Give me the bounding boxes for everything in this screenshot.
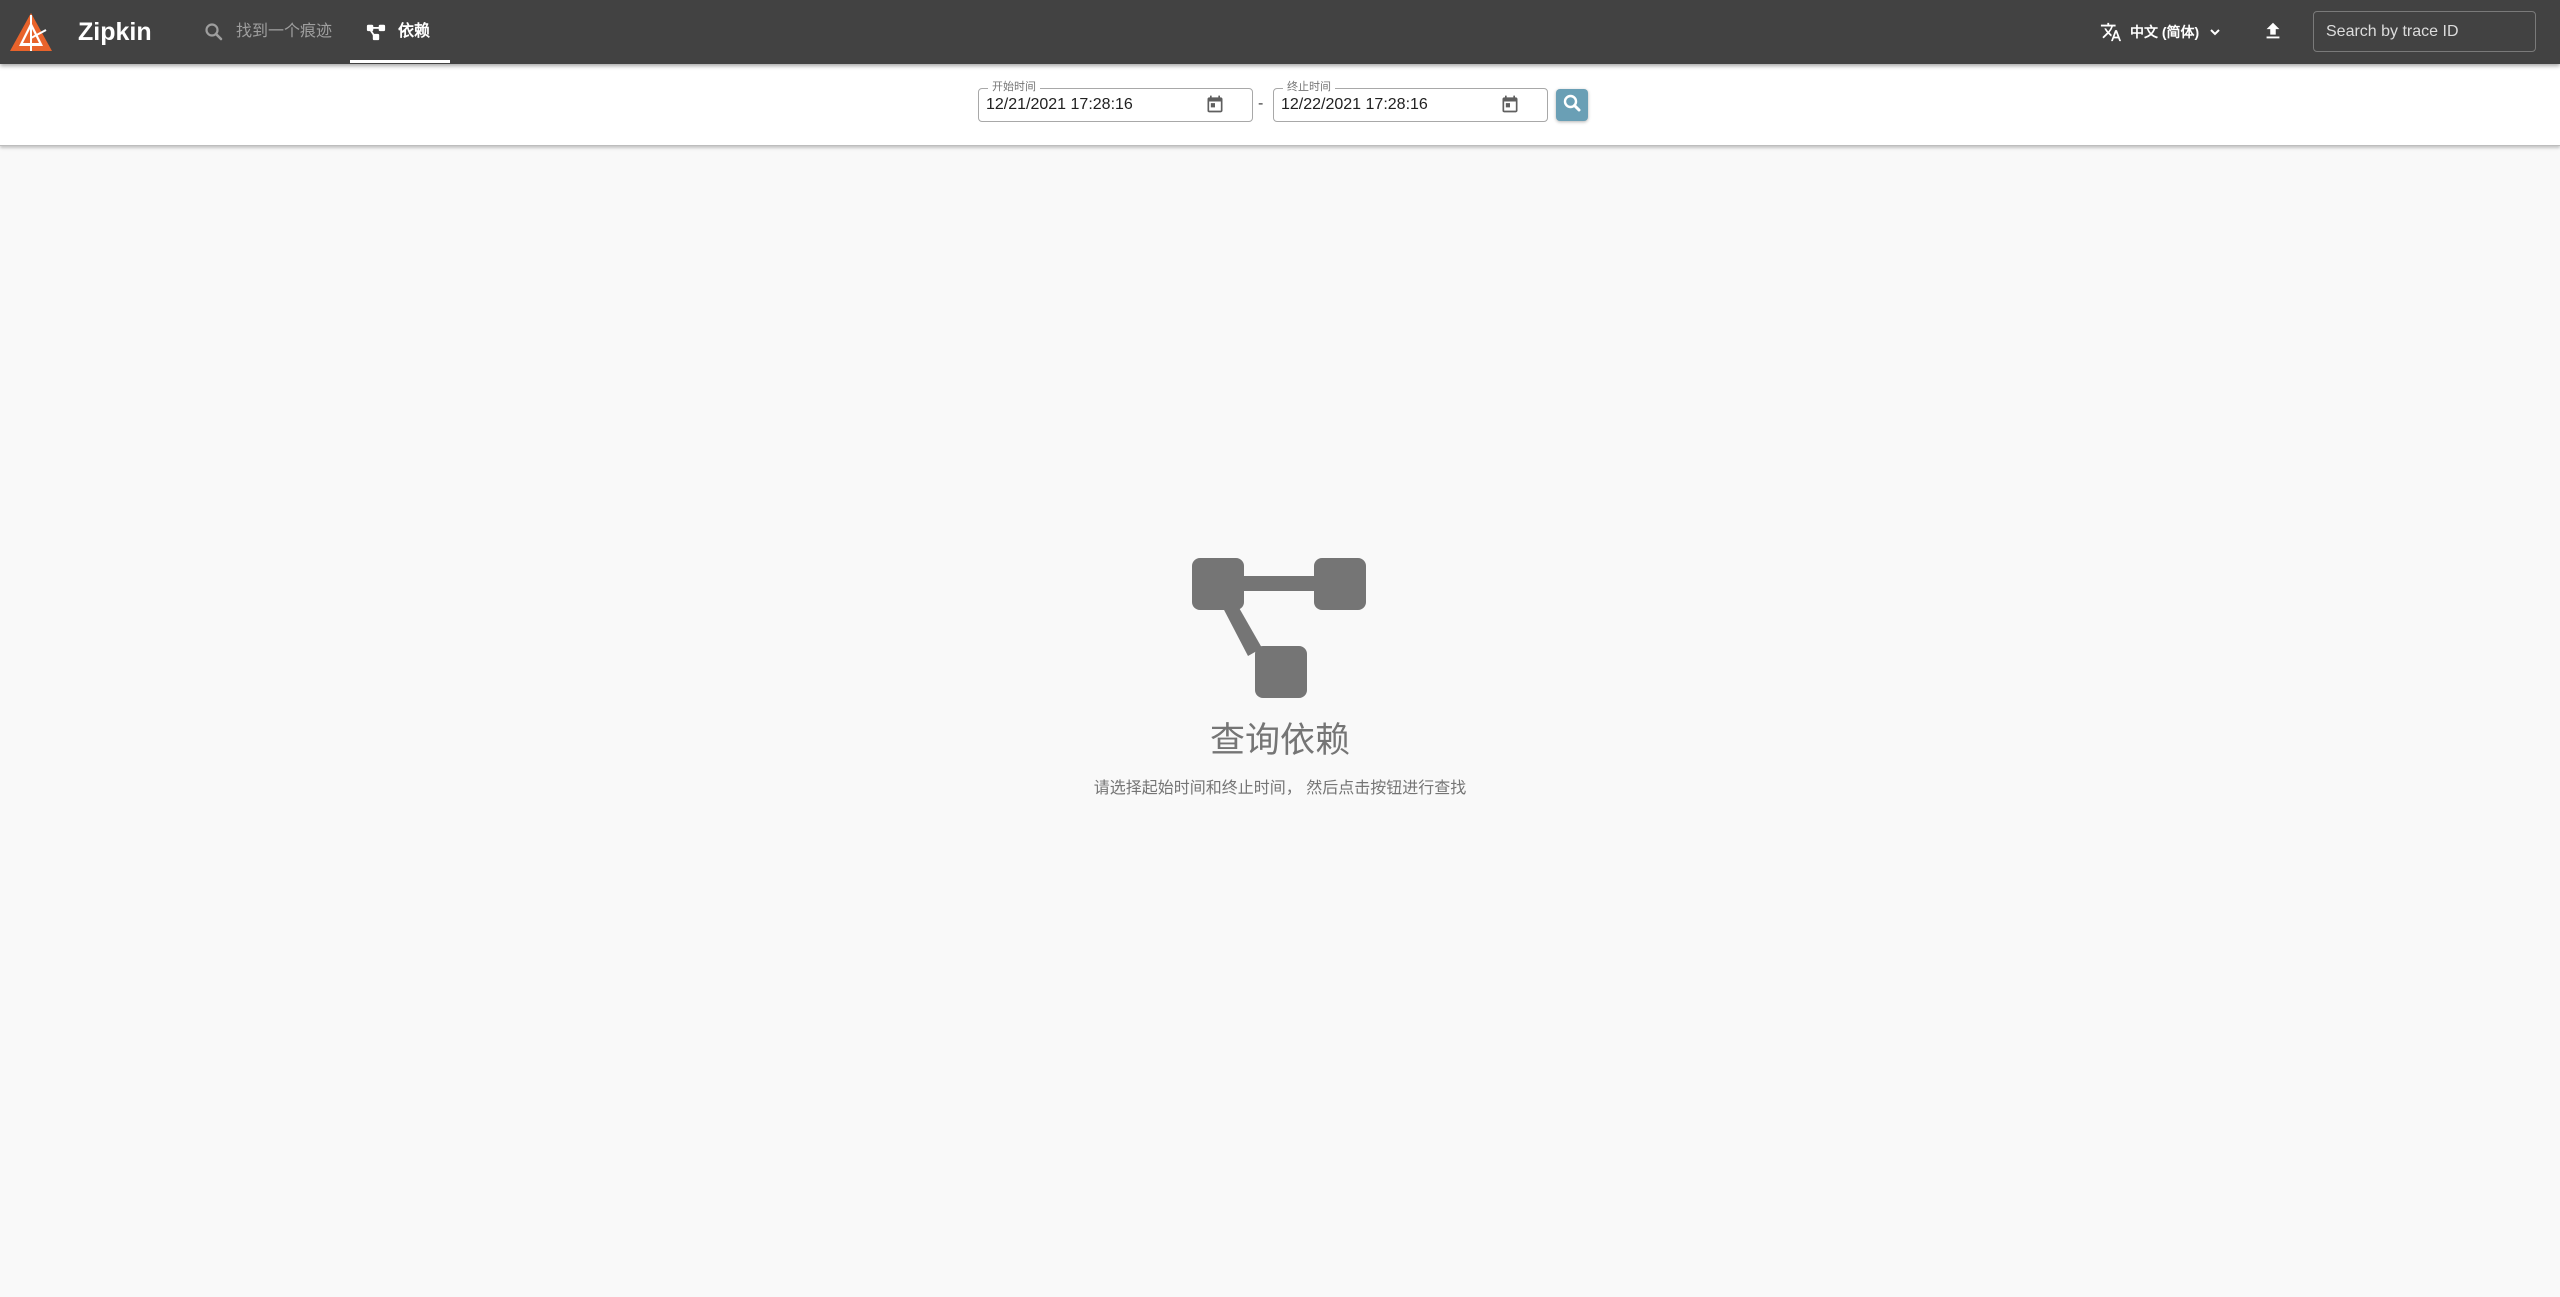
empty-state-title: 查询依赖 bbox=[1209, 721, 1350, 760]
dependency-graph-icon bbox=[366, 22, 386, 42]
end-time-input[interactable] bbox=[1275, 90, 1485, 120]
search-dependencies-button[interactable] bbox=[1556, 89, 1588, 121]
translate-icon bbox=[2100, 21, 2122, 43]
calendar-icon bbox=[1500, 94, 1520, 119]
end-time-field[interactable]: 终止时间 bbox=[1273, 80, 1548, 122]
search-icon bbox=[204, 22, 224, 42]
start-time-field[interactable]: 开始时间 bbox=[978, 80, 1253, 122]
calendar-icon bbox=[1205, 94, 1225, 119]
app-title[interactable]: Zipkin bbox=[78, 16, 152, 48]
app-bar: Zipkin 找到一个痕迹 依赖 中文 (简体) Search by trace… bbox=[0, 0, 2560, 64]
upload-icon bbox=[2262, 20, 2284, 47]
active-tab-indicator bbox=[350, 60, 450, 63]
chevron-down-icon bbox=[2207, 24, 2223, 40]
empty-state-description: 请选择起始时间和终止时间， 然后点击按钮进行查找 bbox=[1093, 780, 1467, 797]
dependencies-toolbar: 开始时间 - 终止时间 bbox=[0, 64, 2560, 146]
tab-dependencies[interactable]: 依赖 bbox=[350, 0, 450, 64]
tab-dependencies-label: 依赖 bbox=[398, 23, 431, 40]
zipkin-logo-icon[interactable] bbox=[8, 10, 54, 54]
trace-id-search-input[interactable] bbox=[2313, 11, 2536, 52]
range-separator: - bbox=[1258, 95, 1264, 112]
language-label: 中文 (简体) bbox=[2130, 24, 2200, 40]
start-time-input[interactable] bbox=[980, 90, 1190, 120]
end-calendar-button[interactable] bbox=[1499, 95, 1521, 117]
tab-find-trace-label: 找到一个痕迹 bbox=[236, 23, 333, 40]
search-icon bbox=[1562, 93, 1582, 118]
start-calendar-button[interactable] bbox=[1204, 95, 1226, 117]
tab-find-trace[interactable]: 找到一个痕迹 bbox=[204, 0, 344, 64]
language-selector[interactable]: 中文 (简体) bbox=[2100, 0, 2234, 64]
dependency-graph-icon bbox=[1190, 556, 1370, 700]
upload-button[interactable] bbox=[2258, 18, 2288, 48]
